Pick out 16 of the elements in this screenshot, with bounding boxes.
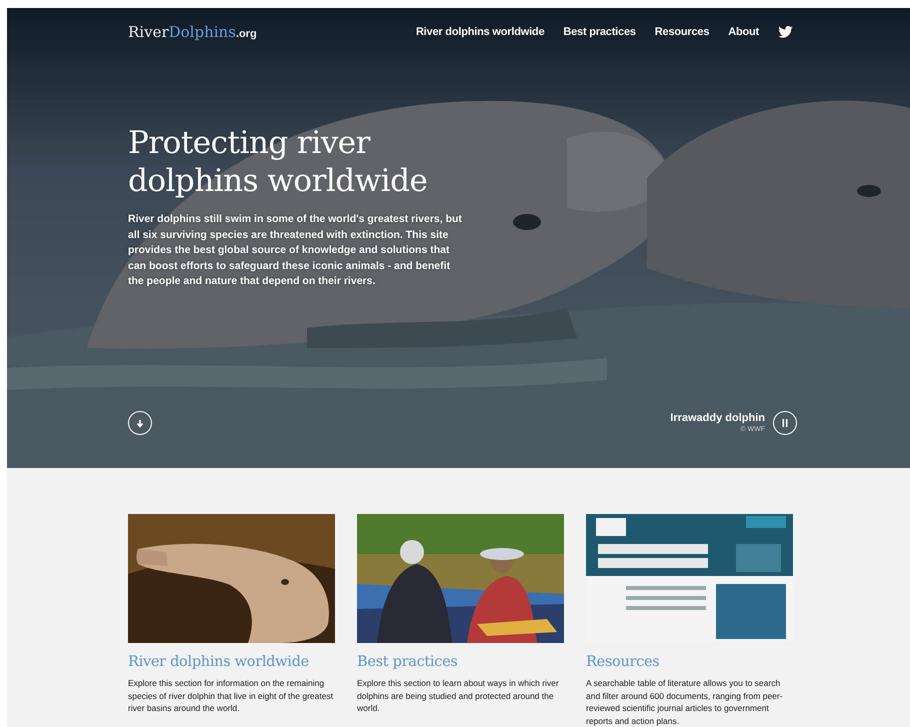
- nav-link[interactable]: Resources: [654, 24, 710, 40]
- twitter-icon[interactable]: [778, 26, 793, 38]
- pause-icon: [782, 419, 788, 427]
- site-logo[interactable]: RiverDolphins.org: [128, 20, 257, 44]
- arrow-down-icon: [136, 418, 144, 428]
- pause-button[interactable]: [773, 411, 797, 435]
- nav-link[interactable]: About: [728, 24, 759, 40]
- nav-link[interactable]: River dolphins worldwide: [416, 24, 544, 40]
- card-text: A searchable table of literature allows you to search and filter around 600 documents, ranging from peer-reviewed scientific journal articles to government reports and action plans.: [586, 677, 784, 727]
- scroll-down-button[interactable]: [128, 411, 152, 435]
- card-text: Explore this section to learn about ways in which river dolphins are being studied and protected around the world.: [357, 677, 560, 715]
- hero-text: River dolphins still swim in some of the world's greatest rivers, but all six surviving species are threatened with extinction. This site provides the best global source of knowledge and solutions that can boost efforts to safeguard these iconic animals - and benefit the people and nature that depend on their rivers.: [128, 212, 463, 289]
- nav-link[interactable]: Best practices: [563, 24, 636, 40]
- card-text: Explore this section for information on the remaining species of river dolphin that live in eight of the greatest river basins around the world.: [128, 677, 334, 715]
- photo-caption: Irrawaddy dolphin: [670, 411, 765, 425]
- hero-title: Protecting river dolphins worldwide: [128, 124, 428, 200]
